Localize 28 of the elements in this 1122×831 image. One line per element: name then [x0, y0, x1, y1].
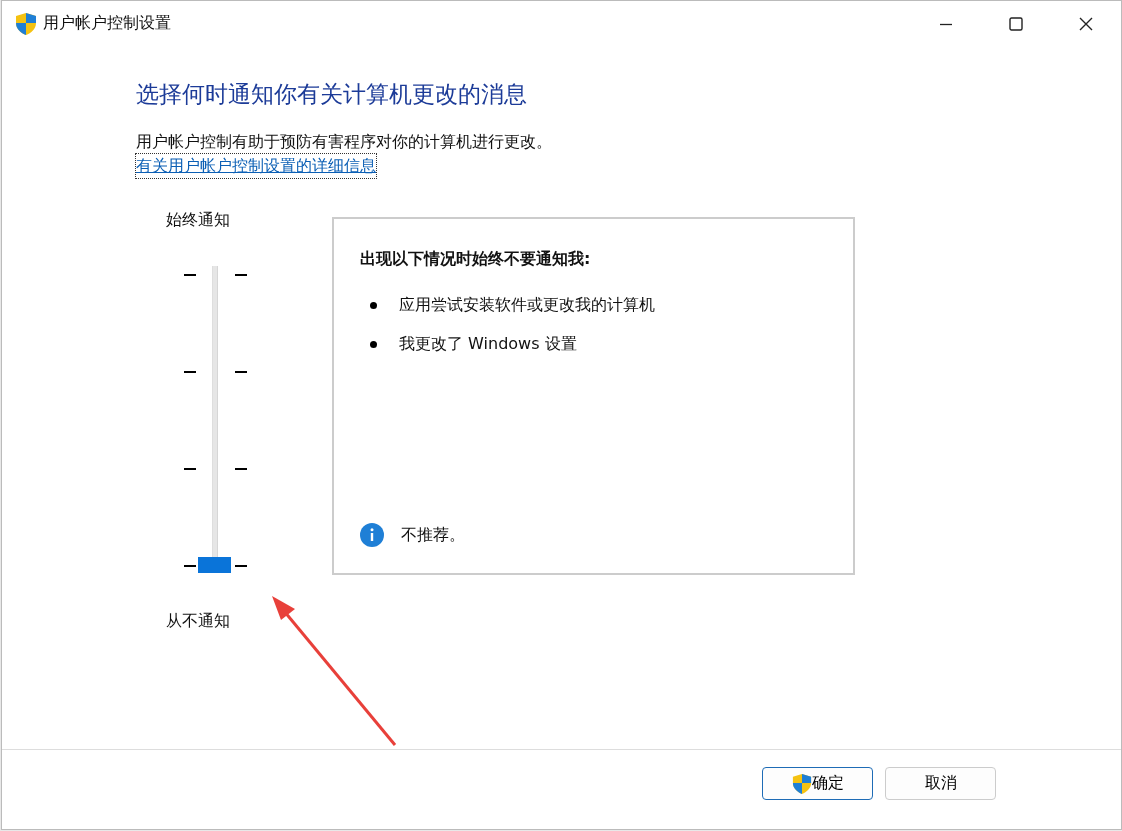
bullet-icon [370, 301, 377, 309]
info-icon [360, 523, 384, 547]
panel-title: 出现以下情况时始终不要通知我: [360, 248, 592, 270]
slider-tick [184, 371, 196, 373]
slider-tick [184, 565, 196, 567]
slider-top-label: 始终通知 [166, 209, 231, 231]
slider-thumb[interactable] [198, 557, 231, 573]
window-title: 用户帐户控制设置 [43, 13, 171, 34]
slider-tick [184, 274, 196, 276]
slider-tick [235, 274, 247, 276]
close-icon [1079, 16, 1093, 31]
dialog-heading: 选择何时通知你有关计算机更改的消息 [136, 80, 527, 109]
ok-button[interactable]: 确定 [762, 767, 873, 800]
slider-bottom-label: 从不通知 [166, 610, 231, 632]
description-text: 用户帐户控制有助于预防有害程序对你的计算机进行更改。 [136, 131, 552, 153]
shield-icon [15, 11, 37, 36]
details-link[interactable]: 有关用户帐户控制设置的详细信息 [136, 154, 376, 178]
bullet-icon [370, 340, 377, 348]
slider-tick [235, 468, 247, 470]
cancel-button[interactable]: 取消 [885, 767, 996, 800]
slider-tick [184, 468, 196, 470]
shield-icon [791, 772, 812, 795]
note-text: 不推荐。 [401, 524, 465, 546]
slider-tick [235, 565, 247, 567]
bullet-text: 我更改了 Windows 设置 [399, 333, 577, 355]
maximize-icon [1009, 16, 1023, 31]
slider-tick [235, 371, 247, 373]
bullet-text: 应用尝试安装软件或更改我的计算机 [399, 294, 655, 316]
